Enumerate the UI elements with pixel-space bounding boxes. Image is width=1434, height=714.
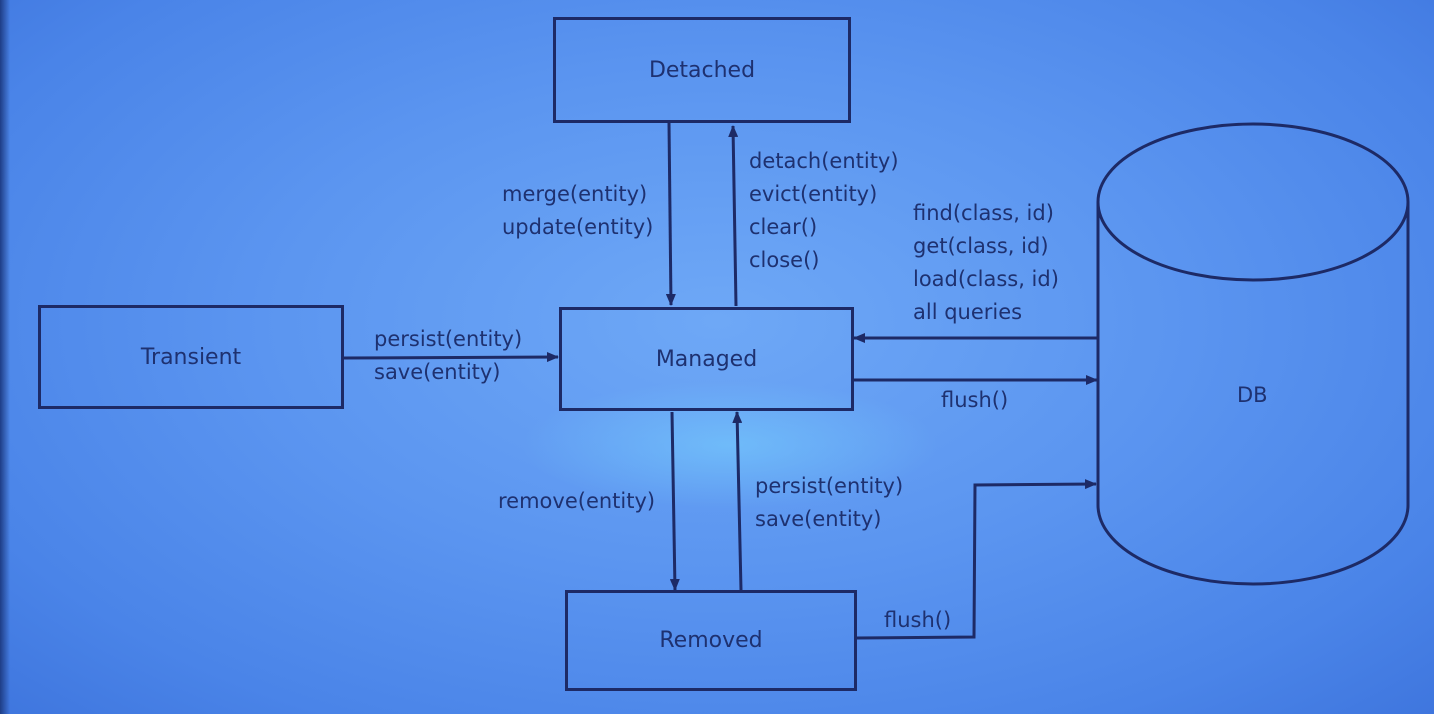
state-detached: Detached [553,17,851,123]
method-label: flush() [884,608,952,632]
label-managed-to-db: flush() [941,384,1008,417]
state-managed: Managed [559,307,854,411]
method-label: evict(entity) [749,182,878,206]
label-detached-to-managed: merge(entity) update(entity) [502,178,653,244]
arrow-managed-to-detached [728,125,739,307]
method-label: get(class, id) [913,234,1049,258]
method-label: detach(entity) [749,149,899,173]
method-label: close() [749,248,820,272]
method-label: save(entity) [755,507,882,531]
state-managed-label: Managed [655,346,758,372]
label-managed-to-detached: detach(entity) evict(entity) clear() clo… [749,145,899,277]
label-removed-to-db: flush() [884,604,951,637]
method-label: save(entity) [374,360,501,384]
method-label: flush() [941,388,1009,412]
method-label: remove(entity) [498,489,656,513]
arrow-detached-to-managed [665,122,676,306]
state-detached-label: Detached [648,57,756,83]
label-transient-to-managed: persist(entity) save(entity) [374,323,522,389]
method-label: all queries [913,300,1023,324]
method-label: persist(entity) [755,474,904,498]
state-transient: Transient [38,305,344,409]
method-label: clear() [749,215,818,239]
method-label: update(entity) [502,215,654,239]
state-removed-label: Removed [659,628,763,653]
label-managed-to-removed: remove(entity) [498,485,655,518]
db-cylinder [1096,122,1410,586]
label-removed-to-managed: persist(entity) save(entity) [755,470,903,536]
state-db-label: DB [1237,383,1268,407]
method-label: merge(entity) [502,182,648,206]
state-transient-label: Transient [140,344,242,370]
method-label: load(class, id) [913,267,1059,291]
method-label: persist(entity) [374,327,523,351]
state-removed: Removed [565,590,857,691]
label-db-to-managed: find(class, id) get(class, id) load(clas… [913,197,1059,329]
arrow-removed-to-managed [732,411,743,591]
method-label: find(class, id) [913,201,1054,225]
arrow-managed-to-removed [669,411,680,591]
